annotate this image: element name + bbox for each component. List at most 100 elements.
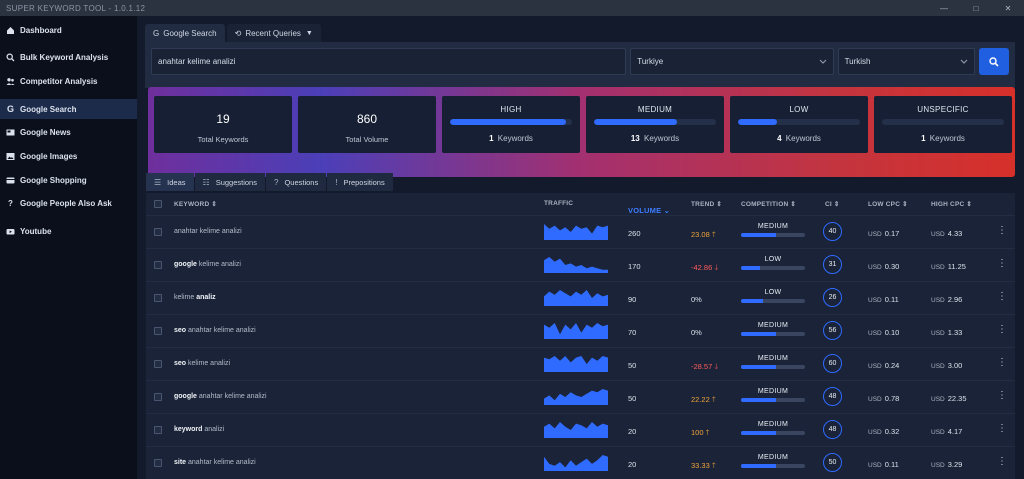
- language-value: Turkish: [844, 57, 871, 66]
- sidebar-item-google-shopping[interactable]: Google Shopping: [0, 170, 137, 190]
- row-checkbox[interactable]: [154, 459, 162, 467]
- competition-bar-fill: [741, 365, 777, 369]
- sidebar-item-bulk-keyword-analysis[interactable]: Bulk Keyword Analysis: [0, 48, 137, 68]
- select-all-checkbox[interactable]: [154, 200, 162, 208]
- table-row[interactable]: kelime analiz 90 0% LOW 26 USD 0.11 USD 2.96 ⋮: [146, 281, 1015, 314]
- tab-questions[interactable]: ? Questions: [265, 173, 327, 191]
- level-bar-fill: [450, 119, 566, 125]
- ci-badge: 48: [823, 420, 842, 439]
- header-low-cpc[interactable]: LOW CPC ⇕: [868, 200, 908, 208]
- row-checkbox[interactable]: [154, 228, 162, 236]
- more-options-icon[interactable]: ⋮: [997, 226, 1007, 236]
- competition-bar-fill: [741, 332, 777, 336]
- search-panel: G Google Search ⟲ Recent Queries ▼ anaht…: [145, 24, 1015, 96]
- main-content: G Google Search ⟲ Recent Queries ▼ anaht…: [137, 16, 1024, 479]
- sidebar-item-dashboard[interactable]: Dashboard: [0, 20, 137, 40]
- tab-recent-queries[interactable]: ⟲ Recent Queries ▼: [226, 24, 321, 42]
- trend-value: 0%: [691, 328, 702, 337]
- table-row[interactable]: keyword analizi 20 100 🡑 MEDIUM 48 USD 0.32 USD…: [146, 413, 1015, 446]
- search-button[interactable]: [979, 48, 1009, 75]
- competition-level: MEDIUM: [757, 454, 789, 461]
- row-checkbox[interactable]: [154, 294, 162, 302]
- minimize-icon[interactable]: —: [928, 0, 960, 16]
- header-high-cpc[interactable]: HIGH CPC ⇕: [931, 200, 972, 208]
- level-count: 1 Keywords: [489, 134, 533, 143]
- level-name: MEDIUM: [637, 105, 673, 114]
- row-checkbox[interactable]: [154, 261, 162, 269]
- more-options-icon[interactable]: ⋮: [997, 424, 1007, 434]
- volume-value: 70: [628, 328, 637, 337]
- tab-label: Suggestions: [215, 177, 257, 187]
- table-row[interactable]: anahtar kelime analizi 260 23.08 🡑 MEDIUM 40…: [146, 215, 1015, 248]
- competition-high-card: HIGH 1 Keywords: [442, 96, 580, 153]
- sidebar-item-google-people-also-ask[interactable]: ? Google People Also Ask: [0, 194, 137, 214]
- competition-medium-card: MEDIUM 13 Keywords: [586, 96, 724, 153]
- more-options-icon[interactable]: ⋮: [997, 292, 1007, 302]
- volume-value: 50: [628, 394, 637, 403]
- tab-suggestions[interactable]: ☷ Suggestions: [194, 173, 265, 191]
- level-bar-fill: [594, 119, 677, 125]
- keywords-table: KEYWORD ⇕ TRAFFIC VOLUME ⌄ TREND ⇕ COMPE…: [146, 193, 1015, 479]
- maximize-icon[interactable]: □: [960, 0, 992, 16]
- header-competition[interactable]: COMPETITION ⇕: [741, 200, 796, 208]
- level-bar: [450, 119, 572, 125]
- row-checkbox[interactable]: [154, 327, 162, 335]
- chevron-down-icon: [960, 59, 968, 64]
- sidebar-item-competitor-analysis[interactable]: Competitor Analysis: [0, 71, 137, 91]
- sidebar-item-youtube[interactable]: Youtube: [0, 222, 137, 242]
- table-header: KEYWORD ⇕ TRAFFIC VOLUME ⌄ TREND ⇕ COMPE…: [146, 193, 1015, 215]
- header-trend[interactable]: TREND ⇕: [691, 200, 722, 208]
- more-options-icon[interactable]: ⋮: [997, 457, 1007, 467]
- low-cpc: USD 0.10: [868, 328, 900, 337]
- header-volume[interactable]: VOLUME ⌄: [628, 206, 670, 215]
- stats-panel: 19 Total Keywords 860 Total Volume HIGH 1…: [148, 87, 1015, 177]
- table-row[interactable]: seo kelime analizi 50 -28.57 🡓 MEDIUM 60 USD 0…: [146, 347, 1015, 380]
- search-input[interactable]: anahtar kelime analizi: [151, 48, 627, 75]
- google-icon: G: [153, 28, 160, 38]
- language-select[interactable]: Turkish: [837, 48, 976, 75]
- sidebar-item-google-images[interactable]: Google Images: [0, 146, 137, 166]
- trend-value: -28.57 🡓: [691, 362, 719, 371]
- search-icon: [6, 53, 15, 62]
- row-checkbox[interactable]: [154, 426, 162, 434]
- tab-prepositions[interactable]: ! Prepositions: [327, 173, 393, 191]
- sidebar-item-label: Google News: [20, 128, 71, 138]
- sidebar: Dashboard Bulk Keyword Analysis Competitor…: [0, 16, 137, 479]
- country-select[interactable]: Turkiye: [630, 48, 834, 75]
- more-options-icon[interactable]: ⋮: [997, 358, 1007, 368]
- level-count: 13 Keywords: [630, 134, 680, 143]
- close-icon[interactable]: ✕: [992, 0, 1024, 16]
- ci-badge: 48: [823, 387, 842, 406]
- tab-google-search[interactable]: G Google Search: [145, 24, 225, 42]
- traffic-sparkline: [544, 290, 608, 306]
- traffic-sparkline: [544, 455, 608, 471]
- competition-level: MEDIUM: [757, 223, 789, 230]
- more-options-icon[interactable]: ⋮: [997, 259, 1007, 269]
- table-row[interactable]: google anahtar kelime analizi 50 22.22 🡑 ME…: [146, 380, 1015, 413]
- traffic-sparkline: [544, 422, 608, 438]
- low-cpc: USD 0.17: [868, 229, 900, 238]
- window-controls: — □ ✕: [928, 0, 1024, 16]
- sidebar-item-google-search[interactable]: G Google Search: [0, 99, 137, 120]
- table-row[interactable]: site anahtar kelime analizi 20 33.33 🡑 MEDI…: [146, 446, 1015, 479]
- table-row[interactable]: google kelime analizi 170 -42.86 🡓 LOW 31 USD…: [146, 248, 1015, 281]
- row-checkbox[interactable]: [154, 360, 162, 368]
- low-cpc: USD 0.78: [868, 394, 900, 403]
- high-cpc: USD 1.33: [931, 328, 963, 337]
- trend-up-icon: 🡑: [711, 230, 716, 239]
- sidebar-item-google-news[interactable]: Google News: [0, 123, 137, 143]
- more-options-icon[interactable]: ⋮: [997, 325, 1007, 335]
- shopping-icon: [6, 176, 15, 185]
- traffic-sparkline: [544, 257, 608, 273]
- header-keyword[interactable]: KEYWORD ⇕: [174, 200, 217, 208]
- header-ci[interactable]: CI ⇕: [825, 200, 840, 208]
- trend-down-icon: 🡓: [714, 263, 719, 272]
- tab-ideas[interactable]: ☰ Ideas: [146, 173, 194, 191]
- tab-icon: ?: [273, 177, 279, 187]
- competition-level: MEDIUM: [757, 388, 789, 395]
- ci-badge: 60: [823, 354, 842, 373]
- table-row[interactable]: seo anahtar kelime analizi 70 0% MEDIUM 56 US…: [146, 314, 1015, 347]
- more-options-icon[interactable]: ⋮: [997, 391, 1007, 401]
- row-checkbox[interactable]: [154, 393, 162, 401]
- level-bar: [594, 119, 716, 125]
